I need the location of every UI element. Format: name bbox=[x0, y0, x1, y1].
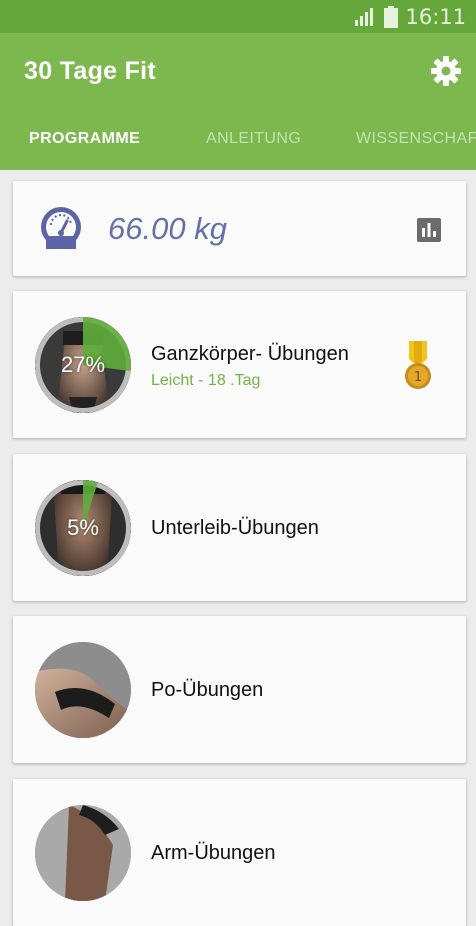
status-bar: 16:11 bbox=[0, 0, 476, 33]
program-card-po[interactable]: Po-Übungen bbox=[13, 616, 466, 763]
gear-icon[interactable] bbox=[430, 55, 462, 87]
svg-text:1: 1 bbox=[414, 370, 422, 385]
gauge-icon bbox=[41, 207, 81, 249]
program-card-arm[interactable]: Arm-Übungen bbox=[13, 779, 466, 926]
program-title: Po-Übungen bbox=[151, 679, 264, 701]
tab-wissenschaft[interactable]: WISSENSCHAF bbox=[356, 117, 476, 170]
app-title: 30 Tage Fit bbox=[24, 57, 157, 85]
workout-photo bbox=[35, 805, 131, 901]
gold-medal-icon: 1 bbox=[405, 341, 431, 389]
battery-icon bbox=[384, 6, 398, 28]
progress-percent: 27% bbox=[60, 352, 106, 377]
program-title: Arm-Übungen bbox=[151, 842, 276, 864]
app-bar: 30 Tage Fit PROGRAMME ANLEITUNG WISSENSC… bbox=[0, 33, 476, 170]
tab-programme[interactable]: PROGRAMME bbox=[29, 117, 140, 170]
weight-value: 66.00 kg bbox=[108, 211, 227, 246]
bar-chart-icon[interactable] bbox=[417, 218, 441, 242]
program-subtitle: Leicht - 18 .Tag bbox=[151, 372, 261, 389]
weight-card[interactable]: 66.00 kg bbox=[13, 181, 466, 276]
signal-icon bbox=[355, 8, 373, 26]
tab-bar: PROGRAMME ANLEITUNG WISSENSCHAF bbox=[0, 117, 476, 170]
program-title: Unterleib-Übungen bbox=[151, 517, 319, 539]
program-title: Ganzkörper- Übungen bbox=[151, 343, 349, 365]
program-avatar: 27% bbox=[35, 317, 131, 413]
status-time: 16:11 bbox=[405, 5, 466, 29]
program-card-ganzkoerper[interactable]: 27% Ganzkörper- Übungen Leicht - 18 .Tag… bbox=[13, 291, 466, 438]
tab-anleitung[interactable]: ANLEITUNG bbox=[206, 117, 301, 170]
workout-photo bbox=[35, 642, 131, 738]
program-avatar bbox=[35, 642, 131, 738]
progress-percent: 5% bbox=[67, 515, 99, 540]
program-card-unterleib[interactable]: 5% Unterleib-Übungen bbox=[13, 454, 466, 601]
program-avatar: 5% bbox=[35, 480, 131, 576]
program-avatar bbox=[35, 805, 131, 901]
